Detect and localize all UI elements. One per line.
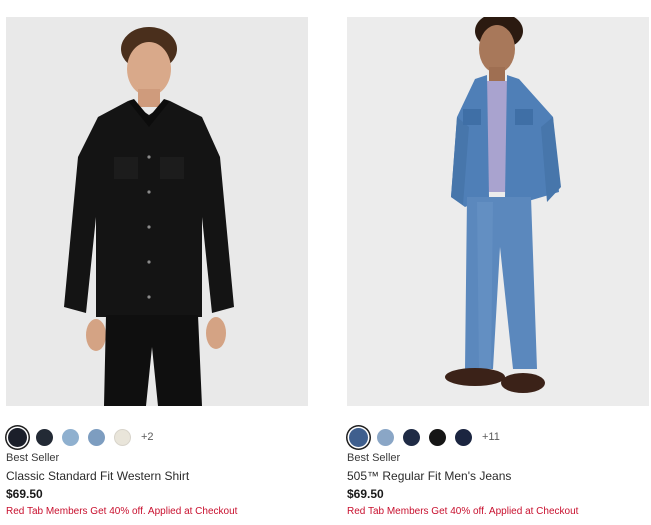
best-seller-badge: Best Seller bbox=[347, 452, 401, 464]
product-image[interactable] bbox=[6, 17, 308, 406]
color-swatch[interactable] bbox=[8, 427, 27, 447]
model-in-denim-jacket-and-jeans-illustration bbox=[347, 17, 649, 406]
color-swatches: +2 bbox=[8, 427, 154, 447]
more-colors-link[interactable]: +2 bbox=[141, 431, 154, 443]
product-price: $69.50 bbox=[6, 487, 43, 501]
color-swatch[interactable] bbox=[114, 428, 131, 446]
promo-message: Red Tab Members Get 40% off. Applied at … bbox=[347, 506, 579, 517]
color-swatch[interactable] bbox=[36, 428, 53, 446]
product-name-link[interactable]: Classic Standard Fit Western Shirt bbox=[6, 469, 189, 483]
color-swatch[interactable] bbox=[377, 428, 394, 446]
color-swatch[interactable] bbox=[429, 428, 446, 446]
color-swatches: +11 bbox=[349, 427, 500, 447]
more-colors-link[interactable]: +11 bbox=[482, 431, 500, 443]
color-swatch[interactable] bbox=[88, 428, 105, 446]
color-swatch[interactable] bbox=[62, 428, 79, 446]
promo-message: Red Tab Members Get 40% off. Applied at … bbox=[6, 506, 238, 517]
product-name-link[interactable]: 505™ Regular Fit Men's Jeans bbox=[347, 469, 511, 483]
color-swatch[interactable] bbox=[455, 428, 472, 446]
product-price: $69.50 bbox=[347, 487, 384, 501]
product-image[interactable] bbox=[347, 17, 649, 406]
color-swatch[interactable] bbox=[403, 428, 420, 446]
best-seller-badge: Best Seller bbox=[6, 452, 60, 464]
model-in-black-western-shirt-illustration bbox=[6, 17, 308, 406]
color-swatch[interactable] bbox=[349, 427, 368, 447]
